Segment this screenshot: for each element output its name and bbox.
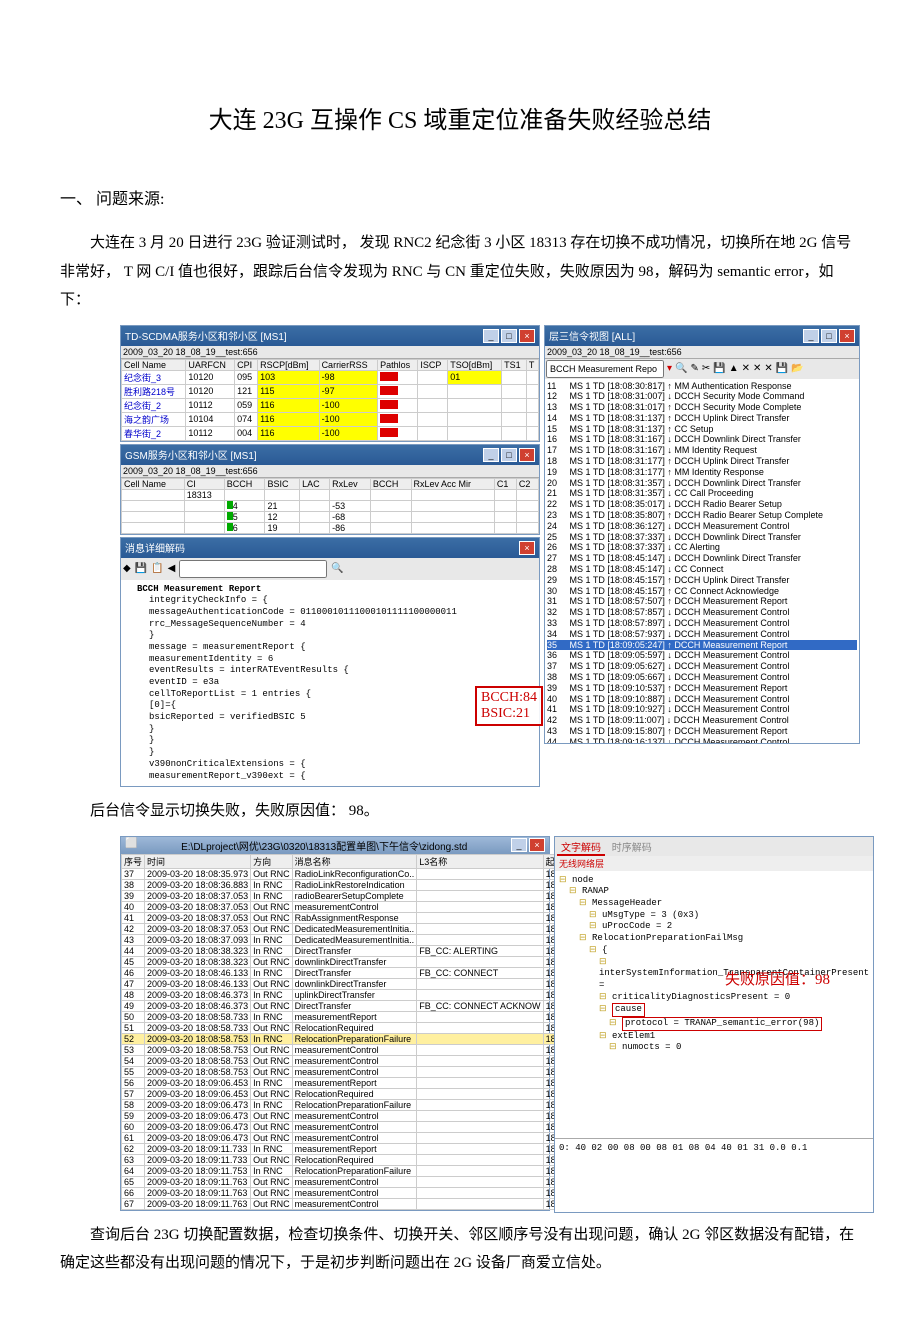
- section-heading: 一、 问题来源:: [60, 185, 860, 209]
- min-icon[interactable]: _: [483, 329, 499, 343]
- max-icon[interactable]: □: [821, 329, 837, 343]
- filter-input[interactable]: [179, 560, 327, 578]
- filter-input[interactable]: [546, 360, 664, 378]
- window-decode-tree: 文字解码 时序解码 无线网络层 ⊟ node⊟ RANAP⊟ MessageHe…: [554, 836, 874, 1213]
- max-icon[interactable]: □: [501, 448, 517, 462]
- table-td-scdma: Cell NameUARFCNCPIRSCP[dBm]CarrierRSSPat…: [121, 359, 539, 441]
- close-icon[interactable]: ×: [519, 541, 535, 555]
- paragraph-2: 查询后台 23G 切换配置数据，检查切换条件、切换开关、邻区顺序号没有出现问题，…: [60, 1221, 860, 1278]
- path-bar: 2009_03_20 18_08_19__test:656: [545, 346, 859, 359]
- table-gsm: Cell NameCIBCCHBSICLACRxLevBCCHRxLev Acc…: [121, 478, 539, 534]
- back-icon[interactable]: ◀: [168, 563, 176, 574]
- open-icon[interactable]: 📂: [791, 363, 803, 374]
- toolbar-icon[interactable]: ✂: [702, 363, 710, 374]
- path-bar: E:\DLproject\网优\23G\0320\18313配置单图\下午信令\…: [181, 838, 467, 853]
- path-bar: 2009_03_20 18_08_19__test:656: [121, 346, 539, 359]
- close-icon[interactable]: ×: [839, 329, 855, 343]
- min-icon[interactable]: _: [483, 448, 499, 462]
- close-icon[interactable]: ×: [529, 838, 545, 852]
- toolbar-icon[interactable]: ✕: [753, 363, 761, 374]
- toolbar-icon[interactable]: ✎: [690, 363, 698, 374]
- window-gsm: GSM服务小区和邻小区 [MS1] _□× 2009_03_20 18_08_19…: [120, 444, 540, 535]
- search-icon[interactable]: 🔍: [331, 563, 343, 574]
- tab-text-decode[interactable]: 文字解码: [557, 843, 605, 856]
- window-siglog: 层三信令视图 [ALL] _□× 2009_03_20 18_08_19__tes…: [544, 325, 860, 744]
- tree-title: 无线网络层: [555, 856, 873, 871]
- window-title: 层三信令视图 [ALL]: [549, 328, 635, 343]
- window-title: TD-SCDMA服务小区和邻小区 [MS1]: [125, 328, 287, 343]
- max-icon[interactable]: □: [501, 329, 517, 343]
- copy-icon[interactable]: 📋: [151, 563, 163, 574]
- toolbar-icon[interactable]: ✕: [764, 363, 772, 374]
- min-icon[interactable]: _: [803, 329, 819, 343]
- hex-dump: 0: 40 02 00 08 00 08 01 08 04 40 01 31 0…: [555, 1138, 873, 1157]
- toolbar-icon[interactable]: ▲: [729, 363, 739, 374]
- save-icon[interactable]: 💾: [776, 363, 788, 374]
- min-icon[interactable]: _: [511, 838, 527, 852]
- search-icon[interactable]: 🔍: [675, 363, 687, 374]
- report-title: BCCH Measurement Report: [137, 584, 261, 594]
- annotation-bsic: BSIC:21: [481, 706, 530, 721]
- decode-tree: BCCH Measurement Report integrityCheckIn…: [121, 580, 539, 787]
- caption-1: 后台信令显示切换失败，失败原因值： 98。: [60, 797, 860, 826]
- window-decode: 消息详细解码 × ◆ 💾 📋 ◀ 🔍 BCCH Measurement Repor…: [120, 537, 540, 788]
- toolbar-icon[interactable]: ✕: [742, 363, 750, 374]
- tab-time-decode[interactable]: 时序解码: [608, 843, 656, 854]
- table-messages[interactable]: 序号时间方向消息名称L3名称起始小区372009-03-20 18:08:35.…: [121, 854, 608, 1210]
- signal-log-list: 11 MS 1 TD [18:08:30:817] ↑ MM Authentic…: [545, 379, 859, 743]
- screenshot-1: TD-SCDMA服务小区和邻小区 [MS1]_□× 2009_03_20 18_…: [120, 325, 860, 788]
- dropdown-icon[interactable]: ▾: [667, 363, 672, 374]
- screenshot-2: ⬜ E:\DLproject\网优\23G\0320\18313配置单图\下午信…: [120, 836, 860, 1211]
- annotation-bcch: BCCH:84: [481, 690, 537, 705]
- close-icon[interactable]: ×: [519, 448, 535, 462]
- toolbar-icon[interactable]: ⬜: [125, 838, 137, 853]
- save-icon[interactable]: 💾: [135, 563, 147, 574]
- ranap-tree: ⊟ node⊟ RANAP⊟ MessageHeader⊟ uMsgType =…: [555, 871, 873, 1058]
- window-title: GSM服务小区和邻小区 [MS1]: [125, 447, 257, 462]
- annotation-cause: 失败原因值：98: [721, 966, 834, 991]
- close-icon[interactable]: ×: [519, 329, 535, 343]
- window-messages: ⬜ E:\DLproject\网优\23G\0320\18313配置单图\下午信…: [120, 836, 550, 1211]
- save-icon[interactable]: 💾: [713, 363, 725, 374]
- paragraph-1: 大连在 3 月 20 日进行 23G 验证测试时， 发现 RNC2 纪念街 3 …: [60, 229, 860, 315]
- window-title: 消息详细解码: [125, 540, 185, 555]
- toolbar-icon[interactable]: ◆: [123, 563, 131, 574]
- path-bar: 2009_03_20 18_08_19__test:656: [121, 465, 539, 478]
- window-td-scdma: TD-SCDMA服务小区和邻小区 [MS1] _□× 2009_03_20 18_…: [120, 325, 540, 442]
- doc-title: 大连 23G 互操作 CS 域重定位准备失败经验总结: [60, 100, 860, 135]
